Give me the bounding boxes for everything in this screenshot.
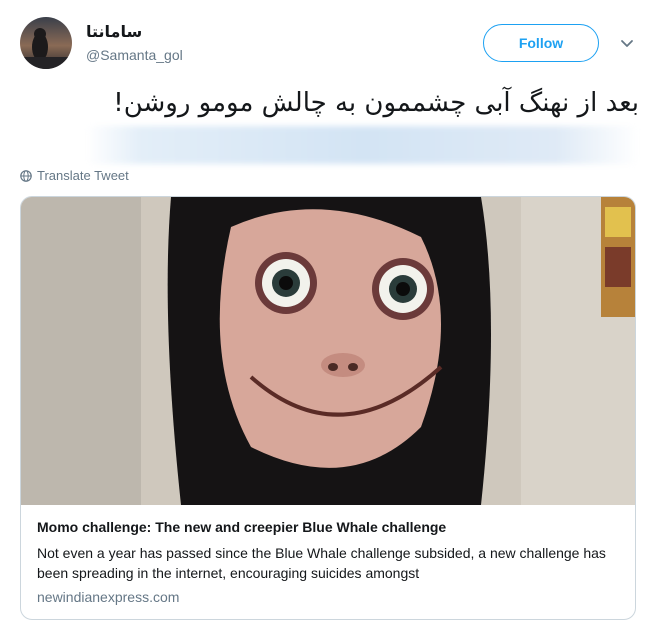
follow-button[interactable]: Follow [483,24,599,62]
chevron-down-icon[interactable] [617,34,637,54]
tweet-text: بعد از نهنگ آبی چشممون به چالش مومو روشن… [113,88,639,118]
display-name[interactable]: سامانتا [86,22,142,42]
card-description: Not even a year has passed since the Blu… [37,545,606,581]
globe-icon [20,169,32,182]
avatar[interactable] [20,17,72,69]
blurred-text [86,126,639,164]
translate-label: Translate Tweet [37,168,129,183]
card-image [21,197,635,505]
user-handle[interactable]: @Samanta_gol [86,47,183,63]
translate-tweet-link[interactable]: Translate Tweet [20,168,129,183]
card-title: Momo challenge: The new and creepier Blu… [37,519,447,535]
card-domain: newindianexpress.com [37,589,180,605]
tweet-header: سامانتا @Samanta_gol Follow [0,0,669,80]
link-card[interactable]: Momo challenge: The new and creepier Blu… [20,196,636,620]
